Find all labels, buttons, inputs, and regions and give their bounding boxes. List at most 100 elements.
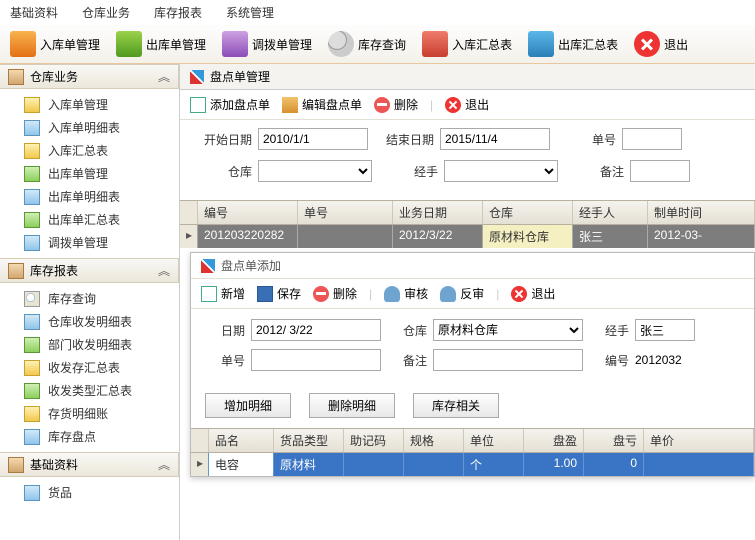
list-icon: [24, 120, 40, 136]
num-input[interactable]: [622, 128, 682, 150]
window-icon: [190, 70, 204, 84]
col-date[interactable]: 业务日期: [393, 201, 483, 224]
dlg-del-button[interactable]: 删除: [313, 285, 357, 302]
list-icon: [24, 337, 40, 353]
detail-row[interactable]: ▸ 电容 原材料 个 1.00 0: [191, 453, 754, 476]
sidebar-rpt-title: 库存报表: [30, 262, 78, 279]
dlg-exit-button[interactable]: 退出: [511, 285, 555, 302]
dlg-new-button[interactable]: 新增: [201, 285, 245, 302]
col-ctime[interactable]: 制单时间: [648, 201, 755, 224]
end-date-label: 结束日期: [374, 131, 434, 148]
sidebar-item-outbound[interactable]: 出库单管理: [0, 162, 179, 185]
exit-label: 退出: [664, 36, 688, 53]
dcol-over[interactable]: 盘盈: [524, 429, 584, 452]
outbound-button[interactable]: 出库单管理: [110, 29, 212, 59]
menu-ops[interactable]: 仓库业务: [82, 4, 130, 21]
main-toolbar: 入库单管理 出库单管理 调拨单管理 库存查询 入库汇总表 出库汇总表 退出: [0, 25, 755, 64]
sidebar-item-wh-detail[interactable]: 仓库收发明细表: [0, 310, 179, 333]
col-wh[interactable]: 仓库: [483, 201, 573, 224]
dlg-wh-select[interactable]: 原材料仓库: [433, 319, 583, 341]
add-count-button[interactable]: 添加盘点单: [190, 96, 270, 113]
sidebar-section-base[interactable]: 基础资料 ︽: [0, 452, 179, 477]
exit-page-button[interactable]: 退出: [445, 96, 489, 113]
del-detail-button[interactable]: 删除明细: [309, 393, 395, 418]
page-title: 盘点单管理: [210, 68, 270, 85]
sidebar-section-ops[interactable]: 仓库业务 ︽: [0, 64, 179, 89]
col-hand[interactable]: 经手人: [573, 201, 648, 224]
dcol-unit[interactable]: 单位: [464, 429, 524, 452]
dcol-name[interactable]: 品名: [209, 429, 274, 452]
sidebar-item-inbound[interactable]: 入库单管理: [0, 93, 179, 116]
sidebar-item-outbound-detail[interactable]: 出库单明细表: [0, 185, 179, 208]
menu-base[interactable]: 基础资料: [10, 4, 58, 21]
list-icon: [24, 314, 40, 330]
dlg-date-input[interactable]: [251, 319, 381, 341]
add-icon: [190, 97, 206, 113]
end-date-input[interactable]: [440, 128, 550, 150]
sidebar-item-inbound-sum[interactable]: 入库汇总表: [0, 139, 179, 162]
dlg-date-label: 日期: [205, 322, 245, 339]
sidebar: 仓库业务 ︽ 入库单管理 入库单明细表 入库汇总表 出库单管理 出库单明细表 出…: [0, 64, 180, 540]
stock-related-button[interactable]: 库存相关: [413, 393, 499, 418]
exit-button[interactable]: 退出: [628, 29, 694, 59]
col-num[interactable]: 单号: [298, 201, 393, 224]
dlg-remark-label: 备注: [387, 352, 427, 369]
sidebar-item-rsm-sum[interactable]: 收发存汇总表: [0, 356, 179, 379]
col-id[interactable]: 编号: [198, 201, 298, 224]
sidebar-base-title: 基础资料: [30, 456, 78, 473]
dcol-type[interactable]: 货品类型: [274, 429, 344, 452]
dcol-spec[interactable]: 规格: [404, 429, 464, 452]
dcol-short[interactable]: 盘亏: [584, 429, 644, 452]
sidebar-item-type-sum[interactable]: 收发类型汇总表: [0, 379, 179, 402]
list-icon: [24, 189, 40, 205]
remark-input[interactable]: [630, 160, 690, 182]
menu-sys[interactable]: 系统管理: [226, 4, 274, 21]
outbound-icon: [116, 31, 142, 57]
start-date-input[interactable]: [258, 128, 368, 150]
stock-query-button[interactable]: 库存查询: [322, 29, 412, 59]
sidebar-item-transfer[interactable]: 调拨单管理: [0, 231, 179, 254]
count-icon: [24, 429, 40, 445]
chevron-icon: ︽: [158, 262, 170, 279]
dlg-remark-input[interactable]: [433, 349, 583, 371]
dialog-actions: 新增 保存 删除 | 审核 反审 | 退出: [191, 279, 754, 309]
dlg-save-button[interactable]: 保存: [257, 285, 301, 302]
exit-icon: [445, 97, 461, 113]
inbound-summary-button[interactable]: 入库汇总表: [416, 29, 518, 59]
outsum-icon: [528, 31, 554, 57]
dlg-hand-input[interactable]: [635, 319, 695, 341]
del-count-button[interactable]: 删除: [374, 96, 418, 113]
sidebar-item-count[interactable]: 库存盘点: [0, 425, 179, 448]
transfer-button[interactable]: 调拨单管理: [216, 29, 318, 59]
menu-bar: 基础资料 仓库业务 库存报表 系统管理: [0, 0, 755, 25]
sidebar-item-dept-detail[interactable]: 部门收发明细表: [0, 333, 179, 356]
dlg-audit-button[interactable]: 审核: [384, 285, 428, 302]
detail-grid: 品名 货品类型 助记码 规格 单位 盘盈 盘亏 单价 ▸ 电容 原材料 个 1.: [191, 428, 754, 476]
sidebar-item-outbound-sum[interactable]: 出库单汇总表: [0, 208, 179, 231]
sidebar-item-inbound-detail[interactable]: 入库单明细表: [0, 116, 179, 139]
row-pointer-icon: ▸: [180, 225, 198, 248]
folder-icon: [8, 263, 24, 279]
sidebar-item-goods[interactable]: 货品: [0, 481, 179, 504]
menu-rpt[interactable]: 库存报表: [154, 4, 202, 21]
sidebar-section-rpt[interactable]: 库存报表 ︽: [0, 258, 179, 283]
dlg-unaudit-button[interactable]: 反审: [440, 285, 484, 302]
wh-select[interactable]: [258, 160, 372, 182]
inbound-button[interactable]: 入库单管理: [4, 29, 106, 59]
chevron-icon: ︽: [158, 68, 170, 85]
edit-count-button[interactable]: 编辑盘点单: [282, 96, 362, 113]
grid-row[interactable]: ▸ 201203220282 2012/3/22 原材料仓库 张三 2012-0…: [180, 225, 755, 248]
grid-icon: [24, 360, 40, 376]
dcol-price[interactable]: 单价: [644, 429, 754, 452]
add-detail-button[interactable]: 增加明细: [205, 393, 291, 418]
outbound-summary-button[interactable]: 出库汇总表: [522, 29, 624, 59]
sidebar-item-stock-query[interactable]: 库存查询: [0, 287, 179, 310]
hand-select[interactable]: [444, 160, 558, 182]
folder-icon: [8, 69, 24, 85]
sidebar-item-ledger[interactable]: 存货明细账: [0, 402, 179, 425]
num-label: 单号: [556, 131, 616, 148]
dlg-num-input[interactable]: [251, 349, 381, 371]
dcol-mnemonic[interactable]: 助记码: [344, 429, 404, 452]
transfer-label: 调拨单管理: [252, 36, 312, 53]
dlg-hand-label: 经手: [589, 322, 629, 339]
